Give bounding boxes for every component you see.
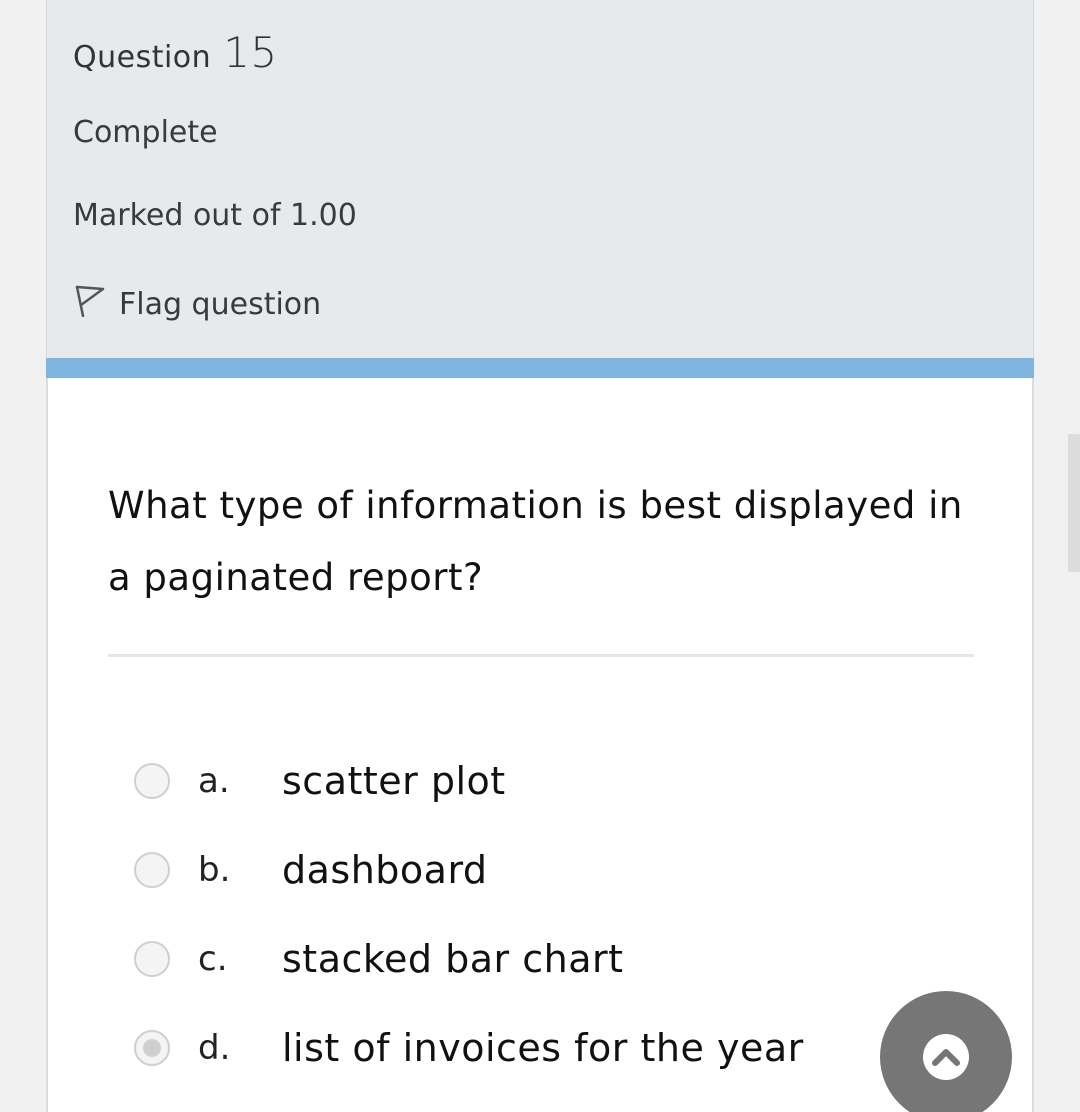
option-text: stacked bar chart <box>282 937 624 981</box>
question-grade: Marked out of 1.00 <box>73 198 357 233</box>
question-number-value: 15 <box>223 28 278 77</box>
question-state: Complete <box>73 115 218 150</box>
option-text: list of invoices for the year <box>282 1026 804 1070</box>
radio-button-c[interactable] <box>134 941 170 977</box>
divider <box>108 654 974 657</box>
option-letter: d. <box>198 1028 231 1068</box>
option-letter: b. <box>198 850 231 890</box>
chevron-up-icon <box>923 1034 969 1080</box>
answer-option-d[interactable]: d. list of invoices for the year <box>134 1023 804 1073</box>
quiz-page: Question 15 Complete Marked out of 1.00 F… <box>0 0 1080 1112</box>
flag-question-label: Flag question <box>119 286 322 322</box>
question-label: Question <box>73 40 212 75</box>
question-number: Question 15 <box>73 28 278 77</box>
radio-button-b[interactable] <box>134 852 170 888</box>
question-content: What type of information is best display… <box>46 378 1034 1112</box>
answer-option-b[interactable]: b. dashboard <box>134 845 488 895</box>
question-text: What type of information is best display… <box>108 484 963 599</box>
question-info-panel: Question 15 Complete Marked out of 1.00 F… <box>46 0 1034 358</box>
accent-bar <box>46 358 1034 378</box>
radio-button-a[interactable] <box>134 763 170 799</box>
radio-button-d[interactable] <box>134 1030 170 1066</box>
scroll-to-top-button[interactable] <box>880 991 1012 1112</box>
flag-outline-icon <box>73 283 119 325</box>
answer-option-a[interactable]: a. scatter plot <box>134 756 506 806</box>
option-letter: a. <box>198 761 230 801</box>
option-letter: c. <box>198 939 228 979</box>
option-text: dashboard <box>282 848 488 892</box>
scrollbar[interactable] <box>1068 434 1080 572</box>
flag-question-button[interactable]: Flag question <box>73 283 321 325</box>
option-text: scatter plot <box>282 759 506 803</box>
answer-option-c[interactable]: c. stacked bar chart <box>134 934 624 984</box>
